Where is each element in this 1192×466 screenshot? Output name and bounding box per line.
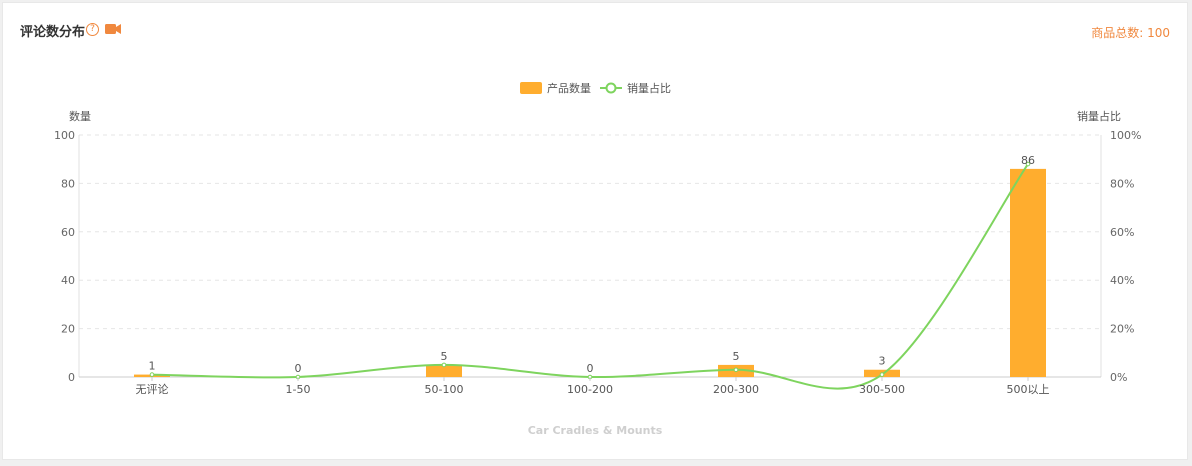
data-labels: 1 0505 386 <box>149 154 1036 375</box>
x-tick-label: 50-100 <box>425 383 464 396</box>
line-point[interactable] <box>441 362 447 368</box>
chart-title: 评论数分布 <box>20 25 86 40</box>
y-tick-label-left: 0 <box>68 371 75 384</box>
bar[interactable] <box>1010 168 1046 377</box>
x-tick-label: 1-50 <box>286 383 311 396</box>
legend-label-line[interactable]: 销量占比 <box>627 81 671 95</box>
video-camera-icon[interactable] <box>105 24 121 34</box>
y-tick-label-right: 20% <box>1110 323 1134 336</box>
y-axis-left: 0 20 40 60 80 100 <box>54 129 75 384</box>
bar-data-label: 5 <box>733 350 740 363</box>
bar-series <box>134 168 1046 377</box>
legend-swatch-bar[interactable] <box>520 82 542 94</box>
x-axis-title: Car Cradles & Mounts <box>528 424 663 437</box>
y-axis-title-right: 销量占比 <box>1077 109 1121 123</box>
legend-label-bar[interactable]: 产品数量 <box>547 81 591 95</box>
product-total-label: 商品总数: <box>1091 26 1144 40</box>
card-header: 评论数分布 ? 商品总数: 100 <box>3 3 1187 59</box>
line-point[interactable] <box>733 367 739 373</box>
y-axis-right: 0% 20% 40% 60% 80% 100% <box>1110 129 1141 384</box>
chart-card: 评论数分布 ? 商品总数: 100 产品数量 销量占比 数量 销量占比 0 20 4… <box>2 2 1188 460</box>
product-total: 商品总数: 100 <box>1091 24 1170 41</box>
review-distribution-chart: 产品数量 销量占比 数量 销量占比 020406080100 0%20%40%6… <box>54 81 1141 437</box>
y-tick-label-right: 100% <box>1110 129 1141 142</box>
y-tick-label-left: 80 <box>61 177 75 190</box>
line-point[interactable] <box>879 372 885 377</box>
bar-data-label: 3 <box>879 355 886 368</box>
x-tick-label: 100-200 <box>567 383 613 396</box>
line-points <box>149 161 1031 380</box>
x-tick-label: 300-500 <box>859 383 905 396</box>
line-series <box>151 163 1029 390</box>
y-tick-label-right: 40% <box>1110 274 1134 287</box>
y-tick-label-right: 0% <box>1110 371 1127 384</box>
question-circle-icon[interactable]: ? <box>86 23 99 36</box>
y-tick-label-left: 40 <box>61 274 75 287</box>
bar-data-label: 86 <box>1021 154 1035 167</box>
line-point[interactable] <box>149 372 155 377</box>
y-tick-label-right: 80% <box>1110 177 1134 190</box>
y-axis-title-left: 数量 <box>69 110 91 123</box>
bar-data-label: 1 <box>149 360 156 373</box>
y-tick-label-right: 60% <box>1110 226 1134 239</box>
bar-data-label: 0 <box>587 362 594 375</box>
chart-legend: 产品数量 销量占比 <box>520 81 671 95</box>
y-tick-label-left: 20 <box>61 323 75 336</box>
y-tick-label-left: 60 <box>61 226 75 239</box>
chart-grid <box>78 134 1102 378</box>
bar-data-label: 5 <box>441 350 448 363</box>
x-axis: 无评论 1-50 50-100 100-200 200-300 300-500 500以上 <box>136 377 1050 396</box>
legend-swatch-line-marker[interactable] <box>605 82 617 94</box>
x-tick-label: 200-300 <box>713 383 759 396</box>
y-tick-label-left: 100 <box>54 129 75 142</box>
bar-data-label: 0 <box>295 362 302 375</box>
x-tick-label: 无评论 <box>136 382 169 396</box>
product-total-value: 100 <box>1147 26 1170 40</box>
x-tick-label: 500以上 <box>1007 383 1050 396</box>
